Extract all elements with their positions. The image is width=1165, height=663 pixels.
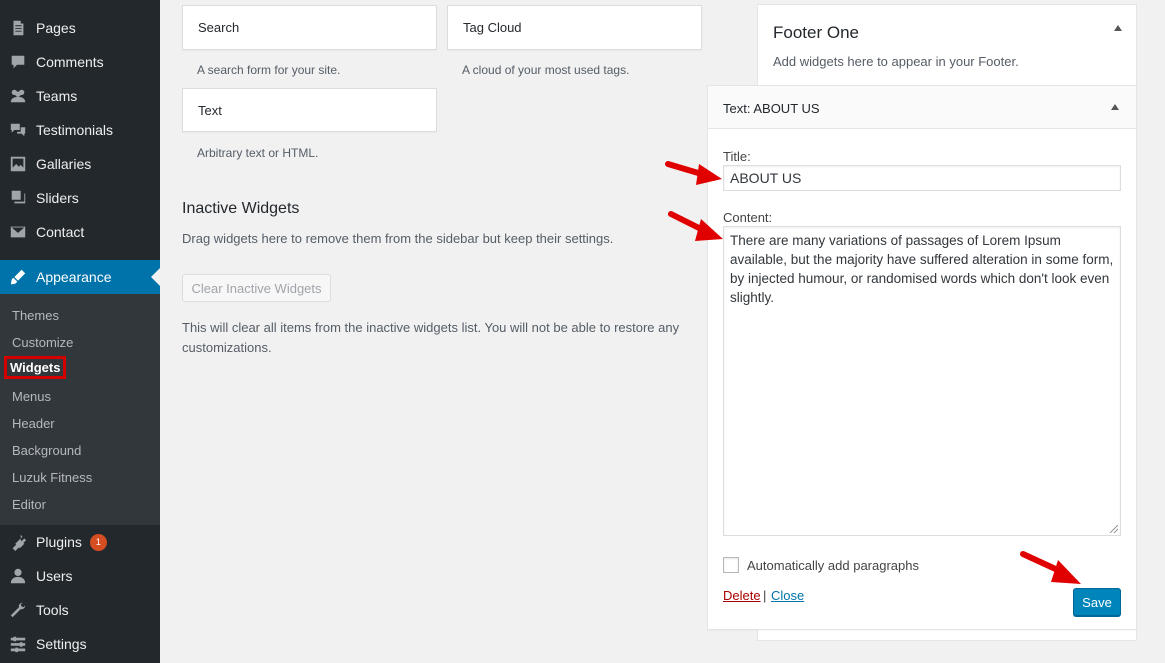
appearance-submenu: Themes Customize Widgets Menus Header Ba… bbox=[0, 294, 160, 525]
submenu-themes[interactable]: Themes bbox=[12, 308, 59, 323]
widget-text[interactable]: Text bbox=[182, 88, 437, 132]
footer-one-title[interactable]: Footer One bbox=[773, 23, 859, 43]
resize-handle-icon[interactable] bbox=[1110, 525, 1118, 533]
menu-item-plugins[interactable]: Plugins 1 bbox=[0, 525, 160, 559]
auto-paragraphs-checkbox[interactable] bbox=[723, 557, 739, 573]
widget-description: A cloud of your most used tags. bbox=[462, 63, 630, 77]
delete-link[interactable]: Delete bbox=[723, 588, 761, 603]
admin-sidebar: Pages Comments Teams Testimonials Gallar… bbox=[0, 0, 160, 663]
link-separator: | bbox=[763, 588, 767, 603]
active-indicator bbox=[151, 268, 160, 286]
contact-icon bbox=[0, 223, 36, 241]
footer-one-description: Add widgets here to appear in your Foote… bbox=[773, 54, 1019, 69]
submenu-background[interactable]: Background bbox=[12, 443, 81, 458]
content-textarea[interactable]: There are many variations of passages of… bbox=[723, 226, 1121, 536]
menu-item-teams[interactable]: Teams bbox=[0, 79, 160, 113]
teams-icon bbox=[0, 87, 36, 105]
menu-label: Pages bbox=[36, 20, 76, 36]
menu-label: Teams bbox=[36, 88, 78, 104]
collapse-arrow-icon[interactable] bbox=[1114, 25, 1122, 31]
submenu-widgets[interactable]: Widgets bbox=[4, 356, 67, 379]
menu-label: Users bbox=[36, 568, 73, 584]
content-label: Content: bbox=[723, 210, 773, 225]
content-text: There are many variations of passages of… bbox=[730, 233, 1114, 305]
menu-label: Settings bbox=[36, 636, 87, 652]
save-button[interactable]: Save bbox=[1073, 588, 1121, 616]
menu-label: Comments bbox=[36, 54, 104, 70]
widget-description: A search form for your site. bbox=[197, 63, 341, 77]
menu-item-testimonials[interactable]: Testimonials bbox=[0, 113, 160, 147]
widget-tag-cloud[interactable]: Tag Cloud bbox=[447, 5, 702, 50]
close-link[interactable]: Close bbox=[771, 588, 804, 603]
widget-description: Arbitrary text or HTML. bbox=[197, 146, 319, 160]
widget-title[interactable]: Text: ABOUT US bbox=[723, 101, 820, 116]
users-icon bbox=[0, 567, 36, 585]
submenu-editor[interactable]: Editor bbox=[12, 497, 46, 512]
update-count-badge: 1 bbox=[89, 533, 107, 551]
menu-label: Appearance bbox=[36, 269, 112, 285]
tools-icon bbox=[0, 601, 36, 619]
plugins-icon bbox=[0, 533, 36, 551]
sliders-icon bbox=[0, 189, 36, 207]
appearance-icon bbox=[0, 268, 36, 286]
clear-inactive-widgets-button[interactable]: Clear Inactive Widgets bbox=[182, 274, 331, 302]
submenu-header[interactable]: Header bbox=[12, 416, 55, 431]
submenu-luzuk-fitness[interactable]: Luzuk Fitness bbox=[12, 470, 92, 485]
menu-item-appearance[interactable]: Appearance bbox=[0, 260, 160, 294]
submenu-menus[interactable]: Menus bbox=[12, 389, 51, 404]
menu-label: Gallaries bbox=[36, 156, 92, 172]
submenu-customize[interactable]: Customize bbox=[12, 335, 73, 350]
annotation-arrow-icon bbox=[665, 161, 722, 185]
menu-label: Plugins bbox=[36, 534, 82, 550]
menu-label: Tools bbox=[36, 602, 69, 618]
clear-inactive-note: This will clear all items from the inact… bbox=[182, 320, 680, 355]
menu-item-users[interactable]: Users bbox=[0, 559, 160, 593]
title-input[interactable] bbox=[723, 165, 1121, 191]
inactive-widgets-heading: Inactive Widgets bbox=[182, 200, 300, 217]
menu-item-tools[interactable]: Tools bbox=[0, 593, 160, 627]
auto-paragraphs-label: Automatically add paragraphs bbox=[747, 558, 919, 573]
widget-search[interactable]: Search bbox=[182, 5, 437, 50]
annotation-arrow-icon bbox=[668, 211, 723, 241]
menu-item-settings[interactable]: Settings bbox=[0, 627, 160, 661]
menu-label: Testimonials bbox=[36, 122, 114, 138]
menu-item-gallaries[interactable]: Gallaries bbox=[0, 147, 160, 181]
testimonials-icon bbox=[0, 121, 36, 139]
menu-item-contact[interactable]: Contact bbox=[0, 215, 160, 249]
menu-item-comments[interactable]: Comments bbox=[0, 45, 160, 79]
comments-icon bbox=[0, 53, 36, 71]
collapse-arrow-icon[interactable] bbox=[1111, 104, 1119, 110]
pages-icon bbox=[0, 19, 36, 37]
settings-icon bbox=[0, 635, 36, 653]
menu-item-sliders[interactable]: Sliders bbox=[0, 181, 160, 215]
inactive-widgets-description: Drag widgets here to remove them from th… bbox=[182, 231, 614, 246]
gallery-icon bbox=[0, 155, 36, 173]
title-label: Title: bbox=[723, 149, 751, 164]
annotation-arrow-icon bbox=[1020, 551, 1081, 584]
menu-label: Sliders bbox=[36, 190, 79, 206]
menu-label: Contact bbox=[36, 224, 85, 240]
menu-item-pages[interactable]: Pages bbox=[0, 11, 160, 45]
